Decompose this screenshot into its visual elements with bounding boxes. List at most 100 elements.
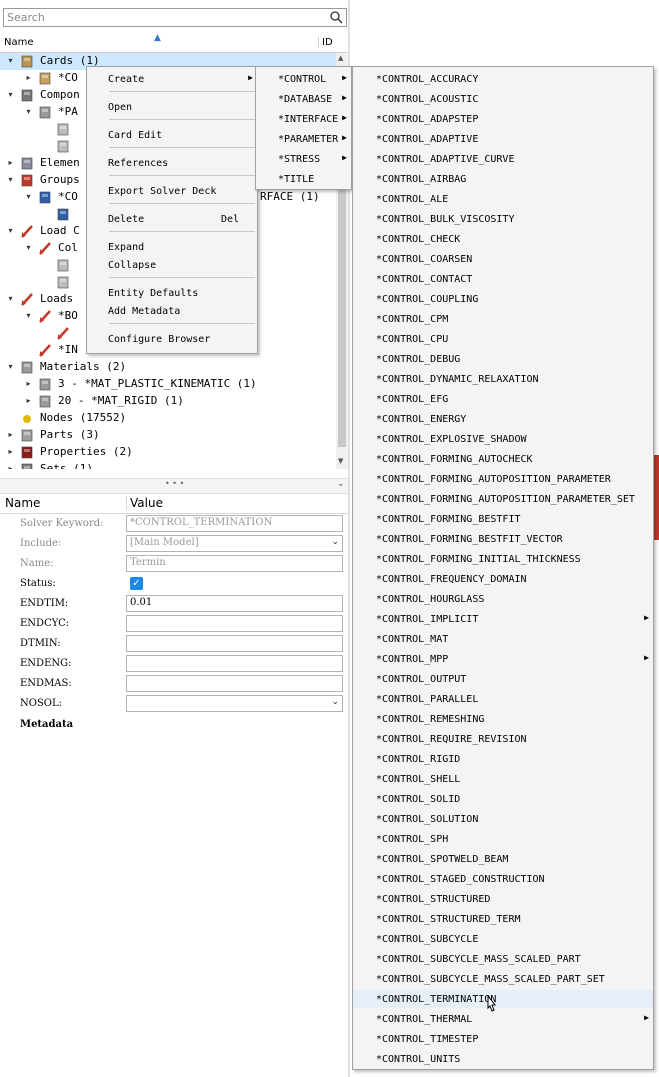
control-menu-item[interactable]: *CONTROL_SOLUTION [353, 810, 653, 828]
control-menu-item[interactable]: *CONTROL_SPH [353, 830, 653, 848]
control-menu-item[interactable]: *CONTROL_IMPLICIT ▶ [353, 610, 653, 628]
tree-row[interactable]: ▸ Parts (3) [0, 427, 336, 444]
collapse-arrow-icon[interactable]: ▾ [24, 107, 33, 116]
create-menu-item[interactable]: *TITLE [256, 170, 351, 188]
create-menu-item[interactable]: *PARAMETER ▶ [256, 130, 351, 148]
context-menu-item[interactable]: Entity Defaults [87, 284, 257, 302]
control-menu-item[interactable]: *CONTROL_PARALLEL [353, 690, 653, 708]
context-menu-item[interactable]: Delete Del [87, 210, 257, 228]
control-menu-item[interactable]: *CONTROL_SUBCYCLE [353, 930, 653, 948]
control-menu-item[interactable]: *CONTROL_UNITS [353, 1050, 653, 1068]
control-menu-item[interactable]: *CONTROL_STRUCTURED [353, 890, 653, 908]
chevron-down-icon[interactable]: ⌄ [331, 537, 339, 547]
control-menu-item[interactable]: *CONTROL_SHELL [353, 770, 653, 788]
control-menu-item[interactable]: *CONTROL_FORMING_AUTOCHECK [353, 450, 653, 468]
collapse-arrow-icon[interactable]: ▾ [24, 311, 33, 320]
collapse-arrow-icon[interactable]: ▾ [6, 90, 15, 99]
collapse-arrow-icon[interactable]: ▾ [6, 175, 15, 184]
collapse-icon[interactable]: ⌄ [337, 479, 345, 489]
create-menu-item[interactable]: *CONTROL ▶ [256, 70, 351, 88]
control-menu-item[interactable]: *CONTROL_HOURGLASS [353, 590, 653, 608]
control-menu-item[interactable]: *CONTROL_ADAPTIVE_CURVE [353, 150, 653, 168]
control-menu-item[interactable]: *CONTROL_ACCURACY [353, 70, 653, 88]
control-menu-item[interactable]: *CONTROL_TERMINATION [353, 990, 653, 1008]
status-checkbox[interactable]: ✓ [130, 577, 143, 590]
control-menu-item[interactable]: *CONTROL_FORMING_BESTFIT [353, 510, 653, 528]
control-menu-item[interactable]: *CONTROL_THERMAL ▶ [353, 1010, 653, 1028]
property-field[interactable] [126, 615, 343, 632]
property-field[interactable] [126, 655, 343, 672]
control-menu-item[interactable]: *CONTROL_OUTPUT [353, 670, 653, 688]
collapse-arrow-icon[interactable]: ▾ [6, 362, 15, 371]
context-menu-item[interactable]: References [87, 154, 257, 172]
scroll-up-icon[interactable]: ▲ [338, 54, 343, 62]
panel-splitter[interactable]: • • • ⌄ [0, 478, 348, 494]
property-field[interactable] [126, 635, 343, 652]
tree-row[interactable]: ▸ Properties (2) [0, 444, 336, 461]
expand-arrow-icon[interactable]: ▸ [6, 447, 15, 456]
control-menu-item[interactable]: *CONTROL_BULK_VISCOSITY [353, 210, 653, 228]
context-menu-item[interactable]: Open [87, 98, 257, 116]
property-field[interactable]: 0.01 [126, 595, 343, 612]
column-id-header[interactable]: ID [318, 37, 333, 48]
property-field[interactable] [126, 675, 343, 692]
control-menu-item[interactable]: *CONTROL_SPOTWELD_BEAM [353, 850, 653, 868]
control-menu-item[interactable]: *CONTROL_FREQUENCY_DOMAIN [353, 570, 653, 588]
tree-row[interactable]: ▸ 3 - *MAT_PLASTIC_KINEMATIC (1) [0, 376, 336, 393]
control-menu-item[interactable]: *CONTROL_STRUCTURED_TERM [353, 910, 653, 928]
expand-arrow-icon[interactable]: ▸ [6, 464, 15, 469]
control-menu-item[interactable]: *CONTROL_FORMING_AUTOPOSITION_PARAMETER [353, 470, 653, 488]
column-name-header[interactable]: Name [4, 37, 34, 48]
tree-row[interactable]: ▸ Sets (1) [0, 461, 336, 469]
control-menu-item[interactable]: *CONTROL_DEBUG [353, 350, 653, 368]
collapse-arrow-icon[interactable]: ▾ [6, 56, 15, 65]
context-menu-item[interactable]: Collapse [87, 256, 257, 274]
control-menu-item[interactable]: *CONTROL_CPM [353, 310, 653, 328]
control-menu-item[interactable]: *CONTROL_CPU [353, 330, 653, 348]
control-menu-item[interactable]: *CONTROL_SUBCYCLE_MASS_SCALED_PART_SET [353, 970, 653, 988]
control-menu-item[interactable]: *CONTROL_STAGED_CONSTRUCTION [353, 870, 653, 888]
control-menu-item[interactable]: *CONTROL_FORMING_INITIAL_THICKNESS [353, 550, 653, 568]
control-menu-item[interactable]: *CONTROL_EXPLOSIVE_SHADOW [353, 430, 653, 448]
control-menu-item[interactable]: *CONTROL_ADAPSTEP [353, 110, 653, 128]
control-menu-item[interactable]: *CONTROL_TIMESTEP [353, 1030, 653, 1048]
control-menu-item[interactable]: *CONTROL_MPP ▶ [353, 650, 653, 668]
create-menu-item[interactable]: *STRESS ▶ [256, 150, 351, 168]
control-menu-item[interactable]: *CONTROL_COUPLING [353, 290, 653, 308]
tree-row[interactable]: ▸ 20 - *MAT_RIGID (1) [0, 393, 336, 410]
expand-arrow-icon[interactable]: ▸ [6, 430, 15, 439]
control-menu-item[interactable]: *CONTROL_FORMING_AUTOPOSITION_PARAMETER_… [353, 490, 653, 508]
tree-row[interactable]: Nodes (17552) [0, 410, 336, 427]
property-select[interactable]: ⌄ [126, 695, 343, 712]
control-menu-item[interactable]: *CONTROL_AIRBAG [353, 170, 653, 188]
control-menu-item[interactable]: *CONTROL_FORMING_BESTFIT_VECTOR [353, 530, 653, 548]
control-menu-item[interactable]: *CONTROL_ENERGY [353, 410, 653, 428]
expand-arrow-icon[interactable]: ▸ [24, 396, 33, 405]
control-menu-item[interactable]: *CONTROL_CONTACT [353, 270, 653, 288]
context-menu-item[interactable]: Expand [87, 238, 257, 256]
collapse-arrow-icon[interactable]: ▾ [24, 192, 33, 201]
tree-row[interactable]: ▾ Materials (2) [0, 359, 336, 376]
control-menu-item[interactable]: *CONTROL_ADAPTIVE [353, 130, 653, 148]
control-menu-item[interactable]: *CONTROL_SOLID [353, 790, 653, 808]
scroll-down-icon[interactable]: ▼ [338, 457, 343, 465]
context-menu-item[interactable]: Add Metadata [87, 302, 257, 320]
control-menu-item[interactable]: *CONTROL_ALE [353, 190, 653, 208]
control-menu-item[interactable]: *CONTROL_COARSEN [353, 250, 653, 268]
collapse-arrow-icon[interactable]: ▾ [24, 243, 33, 252]
control-menu-item[interactable]: *CONTROL_SUBCYCLE_MASS_SCALED_PART [353, 950, 653, 968]
collapse-arrow-icon[interactable]: ▾ [6, 226, 15, 235]
create-menu-item[interactable]: *DATABASE ▶ [256, 90, 351, 108]
context-menu-item[interactable]: Create ▶ [87, 70, 257, 88]
chevron-down-icon[interactable]: ⌄ [331, 697, 339, 707]
collapse-arrow-icon[interactable]: ▾ [6, 294, 15, 303]
control-menu-item[interactable]: *CONTROL_RIGID [353, 750, 653, 768]
control-menu-item[interactable]: *CONTROL_EFG [353, 390, 653, 408]
context-menu-item[interactable]: Export Solver Deck [87, 182, 257, 200]
context-menu-item[interactable]: Configure Browser [87, 330, 257, 348]
expand-arrow-icon[interactable]: ▸ [24, 379, 33, 388]
control-menu-item[interactable]: *CONTROL_REQUIRE_REVISION [353, 730, 653, 748]
context-menu-item[interactable]: Card Edit [87, 126, 257, 144]
search-input[interactable]: Search [3, 8, 347, 27]
search-icon[interactable] [329, 10, 343, 24]
